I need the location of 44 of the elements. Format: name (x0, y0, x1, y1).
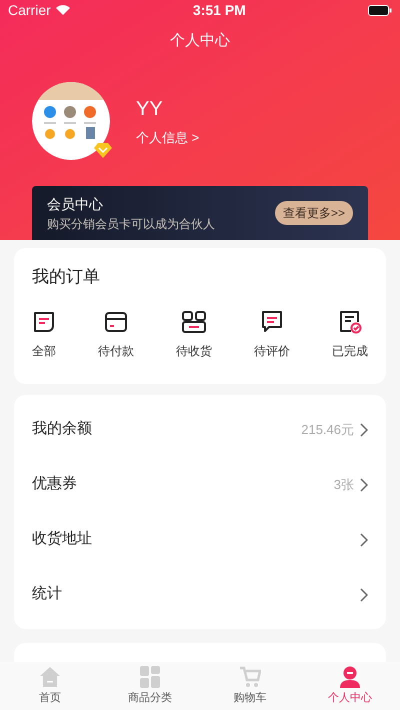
menu-value: 215.46元 (301, 420, 354, 439)
box-icon (181, 310, 207, 334)
menu-value: 3张 (334, 476, 354, 494)
tab-item[interactable]: 个人中心 (300, 662, 400, 710)
menu-row[interactable]: 我的余额 215.46元 (32, 402, 368, 457)
menu-label: 优惠券 (32, 474, 77, 494)
user-name: YY (136, 97, 164, 122)
chevron-right-icon (360, 422, 368, 436)
tab-item[interactable]: 商品分类 (100, 662, 200, 710)
chevron-right-icon (360, 478, 368, 492)
vip-subtitle: 购买分销会员卡可以成为合伙人 (47, 216, 215, 232)
battery-icon (368, 4, 392, 16)
carrier-label: Carrier (8, 0, 51, 20)
diamond-badge-icon (94, 142, 112, 158)
menu-row[interactable]: 收货地址 (32, 512, 368, 567)
wifi-icon (54, 4, 71, 16)
chevron-right-icon (360, 532, 368, 546)
tab-item[interactable]: 购物车 (200, 662, 300, 710)
order-status-link[interactable]: 待收货 (176, 342, 212, 360)
chevron-right-icon (360, 588, 368, 602)
menu-label: 收货地址 (32, 529, 92, 550)
menu-row[interactable]: 统计 (32, 567, 368, 622)
grid-icon (140, 666, 160, 688)
order-status-link[interactable]: 待付款 (98, 342, 134, 360)
vip-title: 会员中心 (47, 194, 104, 214)
tab-item[interactable]: 首页 (0, 662, 100, 710)
see-more-button[interactable]: 查看更多>> (274, 201, 353, 225)
clock: 3:51 PM (192, 0, 246, 20)
menu-row[interactable]: 优惠券 3张 (32, 457, 368, 512)
checked-document-icon (338, 310, 362, 334)
profile-link[interactable]: 个人信息 > (136, 128, 200, 148)
order-status-link[interactable]: 已完成 (332, 342, 368, 360)
home-icon (39, 666, 61, 688)
chat-icon (260, 310, 284, 334)
orders-title: 我的订单 (32, 266, 101, 288)
list-icon (32, 310, 56, 334)
order-status-link[interactable]: 全部 (32, 342, 56, 360)
cart-icon (239, 666, 261, 688)
order-status-link[interactable]: 待评价 (254, 342, 290, 360)
person-icon (339, 666, 361, 688)
card-icon (104, 310, 128, 334)
menu-label: 我的余额 (32, 419, 92, 440)
page-title: 个人中心 (170, 30, 230, 51)
menu-label: 统计 (32, 584, 62, 604)
